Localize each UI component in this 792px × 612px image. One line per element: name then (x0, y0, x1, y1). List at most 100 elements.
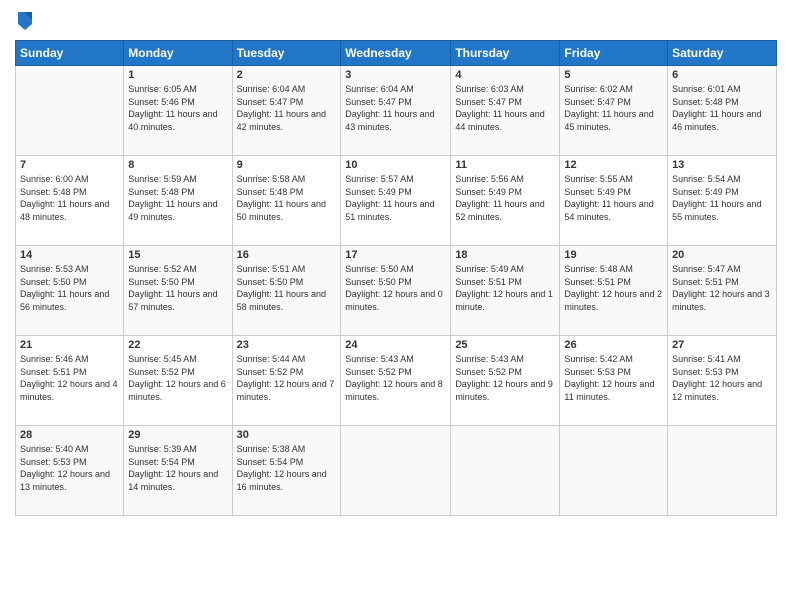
day-number: 17 (345, 249, 446, 261)
day-info: Sunrise: 6:03 AM Sunset: 5:47 PM Dayligh… (455, 83, 555, 133)
day-info: Sunrise: 5:43 AM Sunset: 5:52 PM Dayligh… (345, 353, 446, 403)
calendar-cell: 4Sunrise: 6:03 AM Sunset: 5:47 PM Daylig… (451, 66, 560, 156)
day-info: Sunrise: 5:50 AM Sunset: 5:50 PM Dayligh… (345, 263, 446, 313)
calendar-cell: 3Sunrise: 6:04 AM Sunset: 5:47 PM Daylig… (341, 66, 451, 156)
calendar-week-row: 1 Sunrise: 6:05 AM Sunset: 5:46 PM Daylig… (16, 66, 777, 156)
calendar-cell: 30 Sunrise: 5:38 AM Sunset: 5:54 PM Dayli… (232, 426, 341, 516)
page-header (15, 10, 777, 32)
day-number: 27 (672, 339, 772, 351)
day-info: Sunrise: 6:02 AM Sunset: 5:47 PM Dayligh… (564, 83, 663, 133)
day-number: 10 (345, 159, 446, 171)
calendar-cell (451, 426, 560, 516)
day-number: 23 (237, 339, 337, 351)
day-number: 29 (128, 429, 227, 441)
day-number: 18 (455, 249, 555, 261)
calendar-cell: 29 Sunrise: 5:39 AM Sunset: 5:54 PM Dayli… (124, 426, 232, 516)
day-number: 25 (455, 339, 555, 351)
calendar-cell: 9 Sunrise: 5:58 AM Sunset: 5:48 PM Daylig… (232, 156, 341, 246)
day-number: 30 (237, 429, 337, 441)
calendar-cell: 13 Sunrise: 5:54 AM Sunset: 5:49 PM Dayli… (668, 156, 777, 246)
day-number: 11 (455, 159, 555, 171)
day-info: Sunrise: 5:48 AM Sunset: 5:51 PM Dayligh… (564, 263, 663, 313)
logo-icon (16, 10, 34, 32)
calendar-week-row: 28 Sunrise: 5:40 AM Sunset: 5:53 PM Dayli… (16, 426, 777, 516)
day-info: Sunrise: 5:58 AM Sunset: 5:48 PM Dayligh… (237, 173, 337, 223)
calendar-cell: 22 Sunrise: 5:45 AM Sunset: 5:52 PM Dayli… (124, 336, 232, 426)
calendar-cell (560, 426, 668, 516)
weekday-header: Monday (124, 41, 232, 66)
day-number: 26 (564, 339, 663, 351)
day-info: Sunrise: 6:01 AM Sunset: 5:48 PM Dayligh… (672, 83, 772, 133)
day-number: 14 (20, 249, 119, 261)
day-number: 22 (128, 339, 227, 351)
calendar-cell: 1 Sunrise: 6:05 AM Sunset: 5:46 PM Daylig… (124, 66, 232, 156)
calendar-cell: 7 Sunrise: 6:00 AM Sunset: 5:48 PM Daylig… (16, 156, 124, 246)
calendar-cell (341, 426, 451, 516)
day-number: 21 (20, 339, 119, 351)
weekday-header: Friday (560, 41, 668, 66)
calendar-cell: 8Sunrise: 5:59 AM Sunset: 5:48 PM Daylig… (124, 156, 232, 246)
calendar-week-row: 7 Sunrise: 6:00 AM Sunset: 5:48 PM Daylig… (16, 156, 777, 246)
calendar-week-row: 21 Sunrise: 5:46 AM Sunset: 5:51 PM Dayli… (16, 336, 777, 426)
calendar-cell: 15Sunrise: 5:52 AM Sunset: 5:50 PM Dayli… (124, 246, 232, 336)
calendar-cell: 18Sunrise: 5:49 AM Sunset: 5:51 PM Dayli… (451, 246, 560, 336)
day-info: Sunrise: 6:05 AM Sunset: 5:46 PM Dayligh… (128, 83, 227, 133)
day-info: Sunrise: 5:39 AM Sunset: 5:54 PM Dayligh… (128, 443, 227, 493)
day-info: Sunrise: 5:41 AM Sunset: 5:53 PM Dayligh… (672, 353, 772, 403)
calendar-cell: 6 Sunrise: 6:01 AM Sunset: 5:48 PM Daylig… (668, 66, 777, 156)
day-info: Sunrise: 5:53 AM Sunset: 5:50 PM Dayligh… (20, 263, 119, 313)
day-info: Sunrise: 5:47 AM Sunset: 5:51 PM Dayligh… (672, 263, 772, 313)
day-info: Sunrise: 5:45 AM Sunset: 5:52 PM Dayligh… (128, 353, 227, 403)
day-info: Sunrise: 5:42 AM Sunset: 5:53 PM Dayligh… (564, 353, 663, 403)
day-number: 13 (672, 159, 772, 171)
day-number: 9 (237, 159, 337, 171)
day-number: 6 (672, 69, 772, 81)
calendar-cell: 14 Sunrise: 5:53 AM Sunset: 5:50 PM Dayli… (16, 246, 124, 336)
day-number: 28 (20, 429, 119, 441)
day-number: 20 (672, 249, 772, 261)
calendar-cell: 23 Sunrise: 5:44 AM Sunset: 5:52 PM Dayli… (232, 336, 341, 426)
calendar-cell: 11Sunrise: 5:56 AM Sunset: 5:49 PM Dayli… (451, 156, 560, 246)
calendar-cell: 24 Sunrise: 5:43 AM Sunset: 5:52 PM Dayli… (341, 336, 451, 426)
weekday-header: Thursday (451, 41, 560, 66)
day-info: Sunrise: 5:44 AM Sunset: 5:52 PM Dayligh… (237, 353, 337, 403)
calendar-cell: 19 Sunrise: 5:48 AM Sunset: 5:51 PM Dayli… (560, 246, 668, 336)
day-number: 24 (345, 339, 446, 351)
calendar-cell: 25Sunrise: 5:43 AM Sunset: 5:52 PM Dayli… (451, 336, 560, 426)
day-info: Sunrise: 5:54 AM Sunset: 5:49 PM Dayligh… (672, 173, 772, 223)
calendar-cell: 26 Sunrise: 5:42 AM Sunset: 5:53 PM Dayli… (560, 336, 668, 426)
calendar-cell: 16 Sunrise: 5:51 AM Sunset: 5:50 PM Dayli… (232, 246, 341, 336)
day-number: 1 (128, 69, 227, 81)
day-info: Sunrise: 6:04 AM Sunset: 5:47 PM Dayligh… (237, 83, 337, 133)
weekday-header: Tuesday (232, 41, 341, 66)
calendar-week-row: 14 Sunrise: 5:53 AM Sunset: 5:50 PM Dayli… (16, 246, 777, 336)
day-info: Sunrise: 6:00 AM Sunset: 5:48 PM Dayligh… (20, 173, 119, 223)
day-number: 15 (128, 249, 227, 261)
day-number: 7 (20, 159, 119, 171)
calendar-cell: 27 Sunrise: 5:41 AM Sunset: 5:53 PM Dayli… (668, 336, 777, 426)
day-number: 12 (564, 159, 663, 171)
day-number: 8 (128, 159, 227, 171)
logo (15, 10, 34, 32)
page-container: SundayMondayTuesdayWednesdayThursdayFrid… (0, 0, 792, 612)
weekday-header: Saturday (668, 41, 777, 66)
weekday-header: Sunday (16, 41, 124, 66)
calendar-cell: 12Sunrise: 5:55 AM Sunset: 5:49 PM Dayli… (560, 156, 668, 246)
day-number: 16 (237, 249, 337, 261)
calendar-cell (668, 426, 777, 516)
day-info: Sunrise: 5:38 AM Sunset: 5:54 PM Dayligh… (237, 443, 337, 493)
day-info: Sunrise: 5:40 AM Sunset: 5:53 PM Dayligh… (20, 443, 119, 493)
calendar-cell: 20 Sunrise: 5:47 AM Sunset: 5:51 PM Dayli… (668, 246, 777, 336)
calendar-cell: 5 Sunrise: 6:02 AM Sunset: 5:47 PM Daylig… (560, 66, 668, 156)
day-number: 5 (564, 69, 663, 81)
day-info: Sunrise: 5:51 AM Sunset: 5:50 PM Dayligh… (237, 263, 337, 313)
day-info: Sunrise: 5:46 AM Sunset: 5:51 PM Dayligh… (20, 353, 119, 403)
calendar-cell: 2 Sunrise: 6:04 AM Sunset: 5:47 PM Daylig… (232, 66, 341, 156)
day-info: Sunrise: 5:57 AM Sunset: 5:49 PM Dayligh… (345, 173, 446, 223)
calendar-cell (16, 66, 124, 156)
calendar-header-row: SundayMondayTuesdayWednesdayThursdayFrid… (16, 41, 777, 66)
day-info: Sunrise: 6:04 AM Sunset: 5:47 PM Dayligh… (345, 83, 446, 133)
day-number: 2 (237, 69, 337, 81)
calendar-cell: 21 Sunrise: 5:46 AM Sunset: 5:51 PM Dayli… (16, 336, 124, 426)
day-number: 19 (564, 249, 663, 261)
